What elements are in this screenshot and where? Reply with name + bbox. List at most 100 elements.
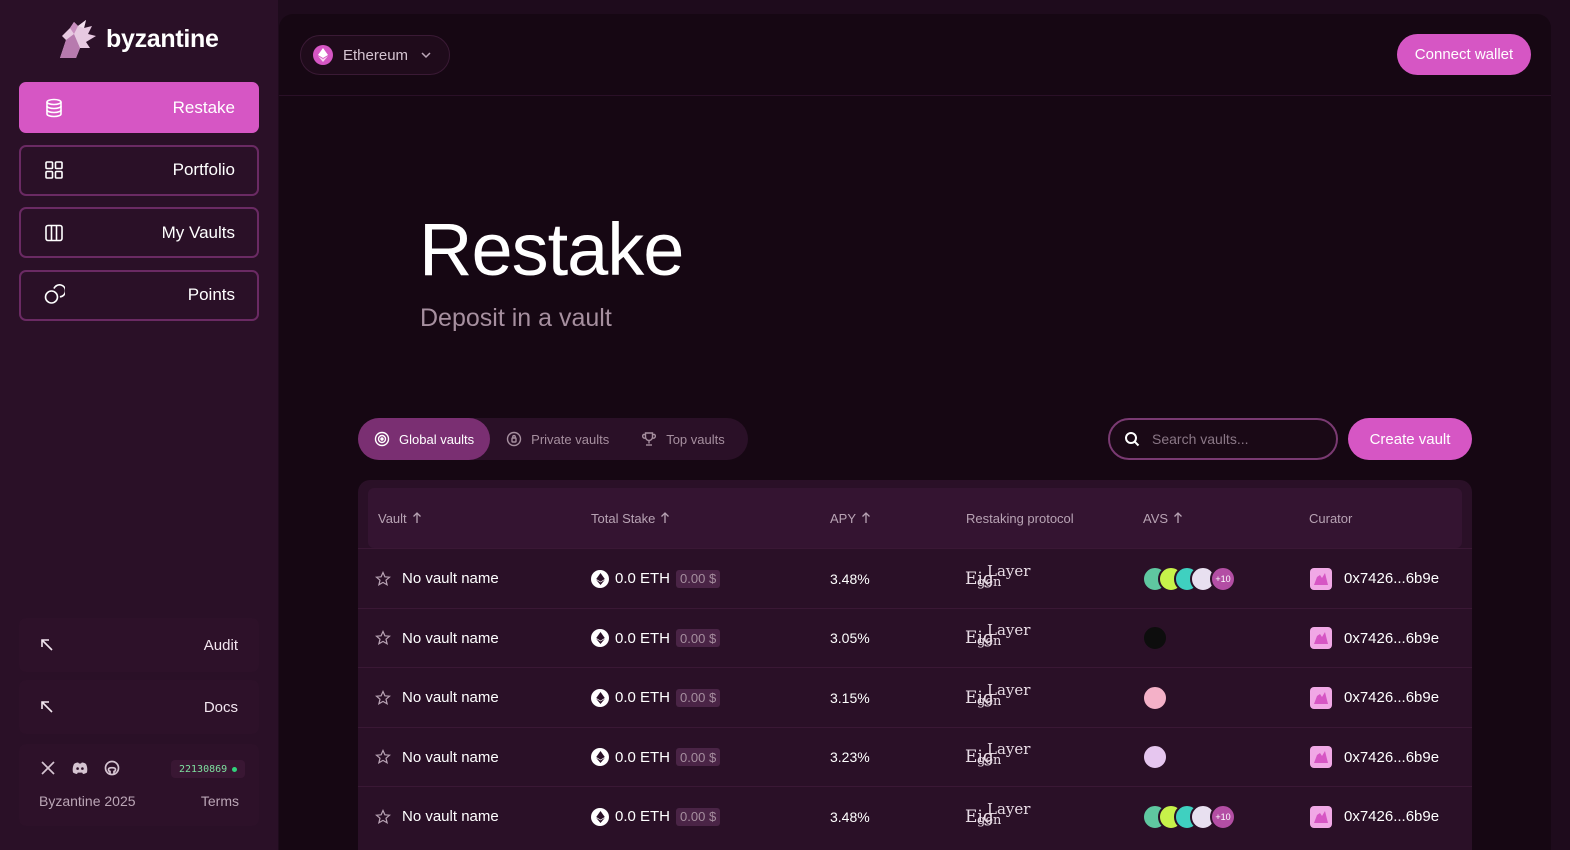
curator-cell: 0x7426...6b9e (1310, 787, 1439, 846)
table-header: Vault Total Stake APY Restaking protocol… (368, 488, 1462, 548)
avs-cell (1142, 609, 1168, 668)
docs-label: Docs (203, 698, 238, 716)
status-dot-icon (232, 766, 238, 772)
database-icon (46, 98, 62, 117)
sidebar-item-restake[interactable]: Restake (19, 82, 259, 133)
coins-icon (44, 284, 65, 304)
apy-value: 3.05% (830, 630, 870, 646)
vault-name[interactable]: No vault name (402, 749, 499, 766)
star-icon[interactable] (375, 630, 391, 646)
arrow-up-left-icon (41, 639, 53, 651)
header-apy[interactable]: APY (830, 488, 871, 548)
apy-value: 3.23% (830, 749, 870, 765)
sidebar-item-portfolio[interactable]: Portfolio (19, 144, 259, 196)
usd-value: 0.00 $ (676, 569, 721, 588)
apy-cell: 3.48% (830, 787, 870, 846)
curator-logo-icon (1310, 567, 1332, 590)
tab-private-vaults[interactable]: Private vaults (490, 418, 625, 460)
star-icon[interactable] (375, 689, 391, 706)
curator-logo-icon (1310, 627, 1332, 649)
avs-stack[interactable] (1142, 744, 1168, 770)
usd-value: 0.00 $ (676, 688, 721, 707)
table-row[interactable]: No vault name 0.0 ETH 0.00 $ 3.15% Eig L… (358, 667, 1472, 726)
avs-more-count[interactable]: +10 (1210, 565, 1236, 592)
avs-stack[interactable] (1142, 625, 1168, 651)
avs-logo-icon (1142, 744, 1168, 770)
star-icon[interactable] (375, 570, 391, 587)
sidebar-item-points[interactable]: Points (19, 269, 259, 321)
header-label: Curator (1309, 510, 1353, 526)
avs-stack[interactable] (1142, 684, 1168, 711)
docs-link[interactable]: Docs (19, 680, 259, 734)
search-box (1108, 418, 1338, 460)
eigenlayer-logo: Eig Layer gen (965, 740, 1035, 772)
brand-logo[interactable]: byzantine (56, 18, 219, 60)
lock-circle-icon (506, 431, 522, 447)
network-label: Ethereum (343, 46, 409, 64)
table-row[interactable]: No vault name 0.0 ETH 0.00 $ 3.05% Eig L… (358, 607, 1472, 668)
star-icon[interactable] (375, 749, 391, 765)
sidebar-nav: Restake Portfolio My Vaults Points (19, 82, 259, 332)
curator-cell: 0x7426...6b9e (1310, 668, 1439, 727)
tab-top-vaults[interactable]: Top vaults (625, 418, 741, 460)
curator-address[interactable]: 0x7426...6b9e (1344, 808, 1439, 825)
avs-cell: +10 (1142, 787, 1236, 846)
x-twitter-icon[interactable] (39, 759, 57, 777)
vault-name[interactable]: No vault name (402, 570, 499, 587)
header-label: AVS (1143, 510, 1169, 526)
header-avs[interactable]: AVS (1143, 488, 1183, 548)
terms-link[interactable]: Terms (201, 793, 239, 809)
avs-more-count[interactable]: +10 (1210, 803, 1236, 830)
github-icon[interactable] (103, 759, 121, 777)
connect-wallet-button[interactable]: Connect wallet (1397, 34, 1531, 75)
curator-address[interactable]: 0x7426...6b9e (1344, 570, 1439, 587)
protocol-text: gen (977, 574, 1002, 590)
table-row[interactable]: No vault name 0.0 ETH 0.00 $ 3.48% Eig L… (358, 786, 1472, 845)
external-links: Audit Docs (19, 618, 259, 742)
avs-stack[interactable]: +10 (1142, 565, 1236, 592)
audit-link[interactable]: Audit (19, 618, 259, 672)
grid-icon (45, 161, 63, 179)
curator-cell: 0x7426...6b9e (1310, 728, 1439, 787)
apy-cell: 3.15% (830, 668, 870, 727)
sidebar-item-label: Portfolio (172, 160, 235, 179)
discord-icon[interactable] (71, 759, 89, 777)
curator-logo-icon (1310, 686, 1332, 709)
header-label: Restaking protocol (966, 510, 1074, 526)
social-links (39, 759, 121, 777)
header-total-stake[interactable]: Total Stake (591, 488, 670, 548)
search-icon (1125, 432, 1140, 447)
curator-address[interactable]: 0x7426...6b9e (1344, 630, 1439, 647)
search-input[interactable] (1152, 431, 1312, 447)
columns-icon (45, 224, 63, 241)
star-icon[interactable] (375, 808, 391, 825)
stake-value: 0.0 ETH (615, 748, 671, 766)
vault-name[interactable]: No vault name (402, 689, 499, 706)
stake-cell: 0.0 ETH 0.00 $ (591, 668, 721, 727)
usd-value: 0.00 $ (676, 807, 721, 826)
vault-name[interactable]: No vault name (402, 630, 499, 647)
apy-cell: 3.23% (830, 728, 870, 787)
tab-global-vaults[interactable]: Global vaults (358, 418, 491, 460)
network-selector[interactable]: Ethereum (300, 35, 450, 75)
curator-address[interactable]: 0x7426...6b9e (1344, 749, 1439, 766)
sidebar-item-my-vaults[interactable]: My Vaults (19, 207, 259, 258)
ethereum-icon (591, 807, 609, 826)
vault-cell: No vault name (375, 787, 499, 846)
curator-address[interactable]: 0x7426...6b9e (1344, 689, 1439, 706)
avs-logo-icon (1142, 625, 1168, 651)
create-vault-button[interactable]: Create vault (1348, 418, 1472, 460)
vaults-table: Vault Total Stake APY Restaking protocol… (358, 480, 1472, 850)
arrow-up-left-icon (41, 701, 53, 713)
main-panel: Ethereum Connect wallet Restake Deposit … (279, 14, 1551, 850)
header-label: Total Stake (591, 510, 656, 526)
tab-label: Global vaults (399, 431, 475, 447)
avs-cell: +10 (1142, 549, 1236, 608)
vault-name[interactable]: No vault name (402, 808, 499, 825)
avs-stack[interactable]: +10 (1142, 803, 1236, 830)
eigenlayer-logo: Eig Layer gen (965, 562, 1035, 594)
header-vault[interactable]: Vault (378, 488, 422, 548)
table-row[interactable]: No vault name 0.0 ETH 0.00 $ 3.48% Eig L… (358, 548, 1472, 607)
curator-cell: 0x7426...6b9e (1310, 549, 1439, 608)
table-row[interactable]: No vault name 0.0 ETH 0.00 $ 3.23% Eig L… (358, 726, 1472, 787)
